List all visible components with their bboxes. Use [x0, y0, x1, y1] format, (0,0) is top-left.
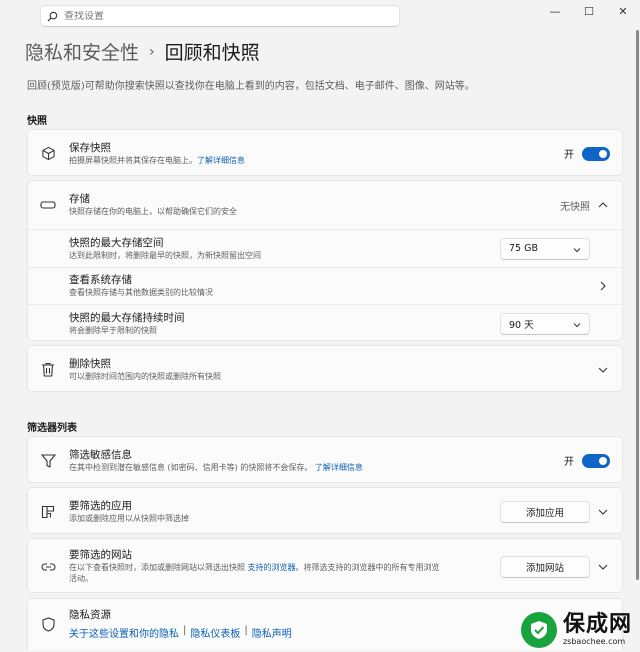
section-heading-snapshots: 快照 — [27, 116, 47, 127]
save-snapshots-card: 保存快照 拍摄屏幕快照并将其保存在电脑上。了解详细信息 开 — [27, 129, 623, 176]
breadcrumb-chevron-icon: › — [149, 43, 155, 60]
filter-sensitive-title: 筛选敏感信息 — [69, 448, 132, 461]
section-heading-filters: 筛选器列表 — [27, 423, 77, 434]
max-duration-dropdown[interactable]: 90 天 — [500, 312, 590, 335]
link-icon — [40, 559, 56, 575]
save-snapshots-subtitle: 拍摄屏幕快照并将其保存在电脑上。 — [69, 155, 197, 165]
max-storage-dropdown[interactable]: 75 GB — [500, 237, 590, 260]
trash-icon — [40, 362, 56, 378]
search-icon — [47, 7, 58, 26]
filter-apps-subtitle: 添加或删除应用以从快照中筛选掉 — [69, 513, 189, 523]
privacy-statement-link[interactable]: 隐私声明 — [252, 625, 292, 640]
scrollbar[interactable] — [636, 30, 639, 580]
add-website-button[interactable]: 添加网站 — [500, 555, 590, 578]
page-title: 回顾和快照 — [164, 42, 260, 64]
privacy-dashboard-link[interactable]: 隐私仪表板 — [190, 625, 240, 640]
filter-sensitive-subtitle: 在其中检测到潜在敏感信息 (如密码、信用卡等) 的快照将不会保存。 — [69, 462, 313, 472]
filter-sites-card[interactable]: 要筛选的网站 在以下查看快照时，添加或删除网站以筛选出快照 支持的浏览器。将筛选… — [27, 538, 623, 593]
chevron-down-icon — [573, 320, 581, 331]
chevron-down-icon — [596, 505, 610, 519]
filter-icon — [40, 453, 56, 469]
shield-check-icon — [520, 612, 557, 648]
max-duration-title: 快照的最大存储持续时间 — [69, 311, 185, 324]
storage-drive-icon — [40, 197, 56, 213]
watermark-logo: 保成网 zsbaochee.com — [520, 612, 632, 648]
system-storage-row[interactable]: 查看系统存储 查看快照存储与其他数据类别的比较情况 — [28, 268, 622, 304]
link-separator: | — [244, 624, 248, 636]
storage-title: 存储 — [69, 193, 90, 205]
storage-subtitle: 快照存储在你的电脑上，以帮助确保它们的安全 — [69, 207, 237, 216]
minimize-button[interactable]: — — [538, 0, 572, 22]
filter-sites-subtitle: 在以下查看快照时，添加或删除网站以筛选出快照 — [69, 563, 245, 572]
page-description: 回顾(预览版)可帮助你搜索快照以查找你在电脑上看到的内容，包括文档、电子邮件、图… — [27, 81, 475, 92]
max-duration-row: 快照的最大存储持续时间 将会删除早于限制的快照 90 天 — [28, 305, 622, 342]
privacy-resources-title: 隐私资源 — [69, 608, 111, 621]
save-snapshots-toggle[interactable] — [582, 146, 610, 161]
max-duration-value: 90 天 — [509, 319, 534, 331]
privacy-settings-link[interactable]: 关于这些设置和你的隐私 — [69, 625, 179, 640]
shield-icon — [40, 616, 56, 632]
window-controls: — ☐ ✕ — [538, 0, 640, 22]
chevron-up-icon[interactable] — [596, 198, 610, 212]
filter-sensitive-toggle-label: 开 — [564, 457, 574, 468]
chevron-right-icon — [596, 279, 610, 293]
chevron-down-icon — [596, 363, 610, 377]
search-input[interactable] — [64, 10, 364, 22]
max-duration-subtitle: 将会删除早于限制的快照 — [69, 325, 157, 335]
privacy-links: 关于这些设置和你的隐私 | 隐私仪表板 | 隐私声明 — [69, 625, 292, 640]
storage-card: 存储 快照存储在你的电脑上，以帮助确保它们的安全 无快照 快照的最大存储空间 达… — [27, 180, 623, 341]
filter-sensitive-toggle[interactable] — [582, 453, 610, 468]
learn-more-link[interactable]: 了解详细信息 — [315, 463, 363, 472]
delete-snapshots-subtitle: 可以删除时间范围内的快照或删除所有快照 — [69, 371, 221, 381]
link-separator: | — [183, 624, 187, 636]
breadcrumb: 隐私和安全性 › 回顾和快照 — [25, 38, 260, 65]
chevron-down-icon — [573, 245, 581, 256]
save-snapshots-title: 保存快照 — [69, 141, 111, 154]
filter-sites-title: 要筛选的网站 — [69, 549, 132, 561]
save-snapshots-toggle-label: 开 — [564, 150, 574, 161]
supported-browsers-link[interactable]: 支持的浏览器 — [248, 563, 296, 572]
filter-sites-subtitle-cont: 。将筛选支持的浏览器中的所有专用浏览 — [295, 563, 440, 572]
close-button[interactable]: ✕ — [606, 0, 640, 22]
system-storage-title: 查看系统存储 — [69, 274, 132, 286]
filter-sensitive-card: 筛选敏感信息 在其中检测到潜在敏感信息 (如密码、信用卡等) 的快照将不会保存。… — [27, 436, 623, 483]
title-bar: — ☐ ✕ — [0, 0, 640, 30]
watermark-url: zsbaochee.com — [562, 637, 626, 646]
system-storage-subtitle: 查看快照存储与其他数据类别的比较情况 — [69, 288, 213, 297]
max-storage-value: 75 GB — [509, 243, 538, 254]
apps-grid-icon — [40, 504, 56, 520]
filter-apps-card[interactable]: 要筛选的应用 添加或删除应用以从快照中筛选掉 添加应用 — [27, 487, 623, 534]
search-box[interactable] — [40, 5, 400, 27]
storage-header[interactable]: 存储 快照存储在你的电脑上，以帮助确保它们的安全 无快照 — [28, 181, 622, 229]
max-storage-title: 快照的最大存储空间 — [69, 236, 164, 249]
snapshot-cube-icon — [40, 146, 56, 162]
max-storage-subtitle: 达到此限制时，将删除最早的快照，为新快照留出空间 — [69, 250, 261, 260]
maximize-button[interactable]: ☐ — [572, 0, 606, 22]
learn-more-link[interactable]: 了解详细信息 — [197, 156, 245, 165]
chevron-down-icon — [596, 560, 610, 574]
watermark-brand: 保成网 — [562, 612, 632, 637]
filter-apps-title: 要筛选的应用 — [69, 499, 132, 512]
delete-snapshots-title: 删除快照 — [69, 357, 111, 370]
filter-sites-subtitle-end: 活动。 — [69, 574, 93, 583]
add-app-button[interactable]: 添加应用 — [500, 500, 590, 523]
storage-status: 无快照 — [560, 201, 590, 213]
delete-snapshots-card[interactable]: 删除快照 可以删除时间范围内的快照或删除所有快照 — [27, 345, 623, 392]
breadcrumb-parent[interactable]: 隐私和安全性 — [25, 38, 139, 65]
max-storage-row: 快照的最大存储空间 达到此限制时，将删除最早的快照，为新快照留出空间 75 GB — [28, 230, 622, 267]
